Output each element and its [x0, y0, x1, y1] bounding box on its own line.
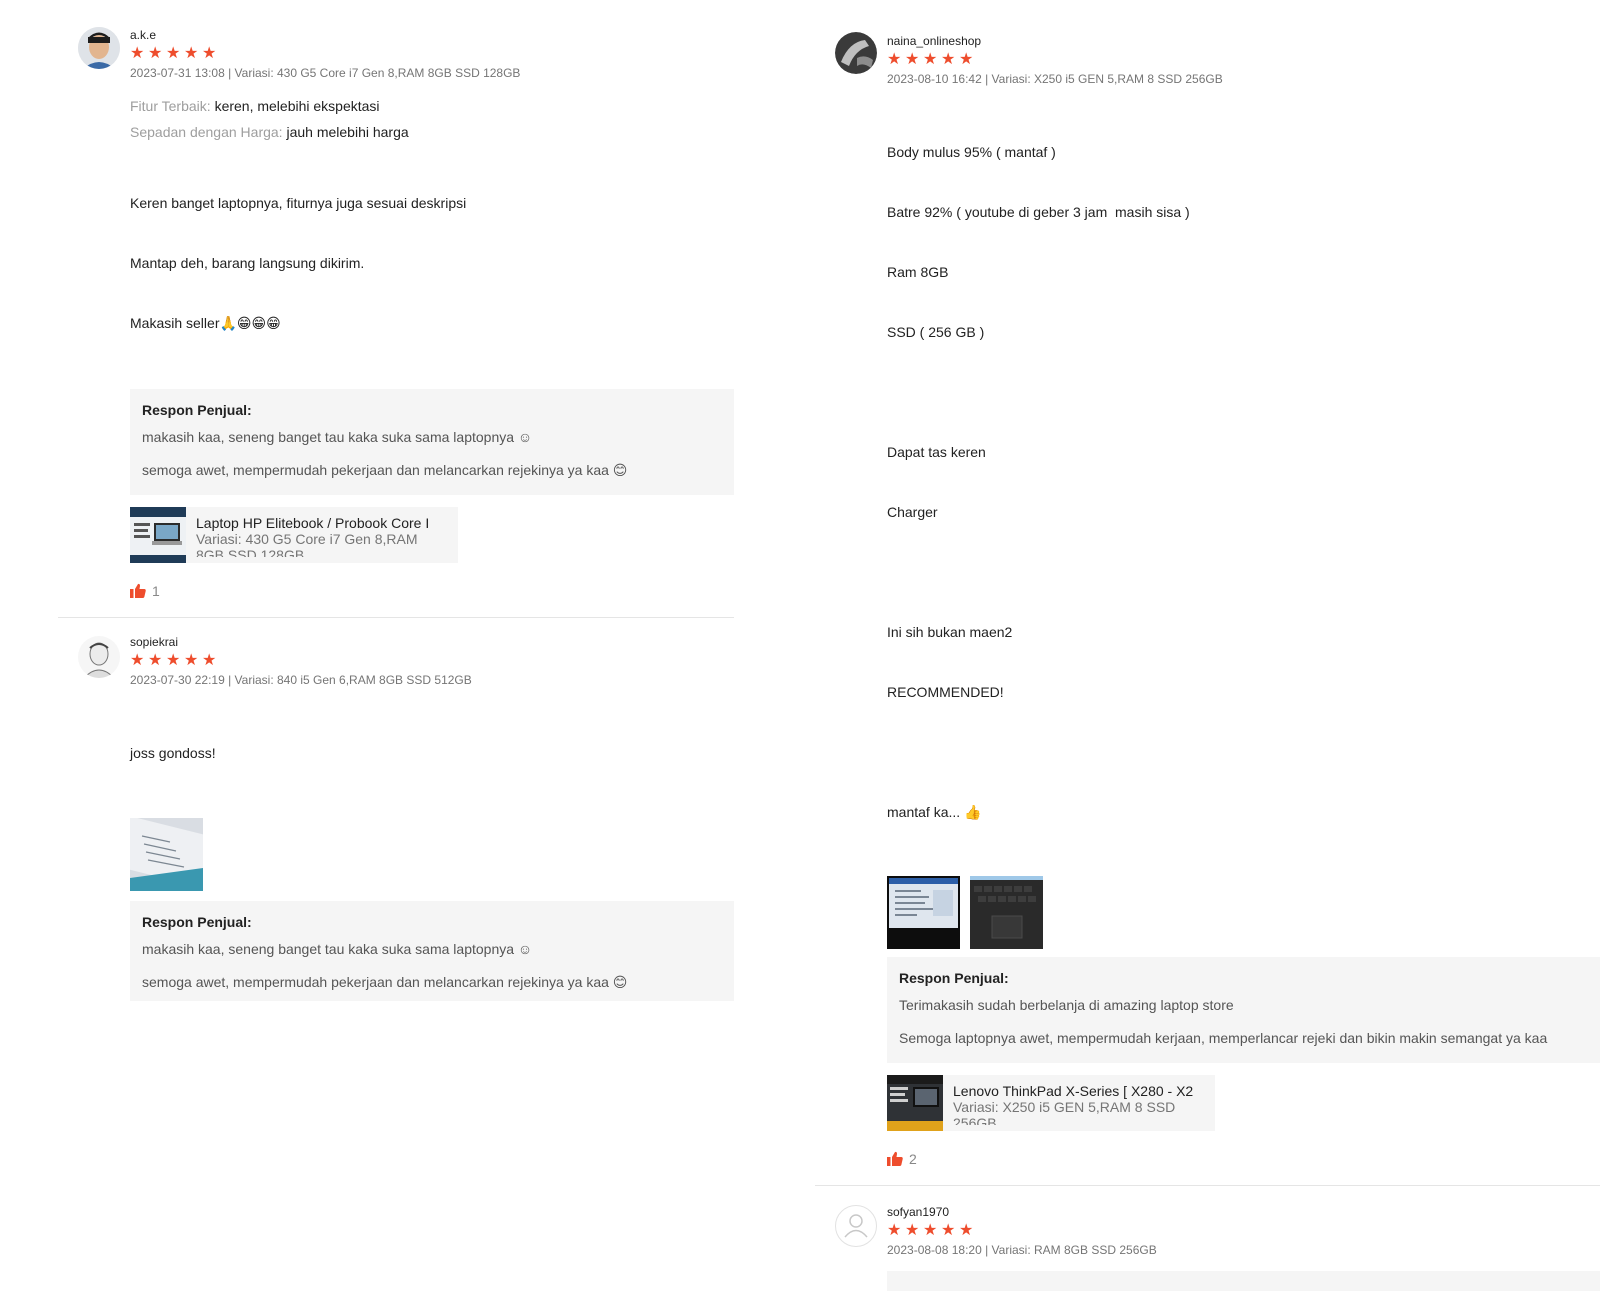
star-icon: ★ [905, 51, 920, 68]
star-icon: ★ [941, 51, 956, 68]
reviewer-username: sopiekrai [130, 635, 179, 649]
rating-stars: ★ ★ ★ ★ ★ [887, 1223, 1600, 1239]
avatar[interactable] [835, 1205, 877, 1247]
product-variation: Variasi: X250 i5 GEN 5,RAM 8 SSD 256GB [953, 1099, 1176, 1125]
seller-response-line: Semoga laptopnya awet, mempermudah kerja… [899, 1030, 1548, 1046]
star-icon: ★ [923, 51, 938, 68]
reviewer-username: naina_onlineshop [887, 34, 982, 48]
content-line: SSD ( 256 GB ) [887, 324, 985, 340]
avatar[interactable] [835, 32, 877, 74]
product-thumbnail[interactable] [130, 507, 186, 563]
content-line: mantaf ka... 👍 [887, 804, 982, 820]
review-meta: 2023-08-08 18:20 | Variasi: RAM 8GB SSD … [887, 1243, 1157, 1257]
star-icon: ★ [148, 652, 163, 669]
star-icon: ★ [887, 51, 902, 68]
star-icon: ★ [959, 1222, 974, 1239]
product-info: Laptop HP Elitebook / Probook Core I Var… [186, 507, 458, 563]
product-name[interactable]: Lenovo ThinkPad X-Series [ X280 - X2 [953, 1083, 1205, 1099]
star-icon: ★ [130, 652, 145, 669]
reviewer-username: a.k.e [130, 28, 157, 42]
thumbs-up-icon[interactable] [130, 583, 146, 599]
default-user-icon [844, 1214, 868, 1238]
seller-response-line: makasih kaa, seneng banget tau kaka suka… [142, 941, 533, 957]
review-item: naina_onlineshop ★ ★ ★ ★ ★ 2023-08-10 16… [815, 0, 1600, 1186]
review-item: sopiekrai ★ ★ ★ ★ ★ 2023-07-30 22:19 | V… [58, 618, 734, 1001]
review-item: a.k.e ★ ★ ★ ★ ★ 2023-07-31 13:08 | Varia… [58, 0, 734, 618]
content-line: Charger [887, 504, 938, 520]
star-icon: ★ [148, 45, 163, 62]
review-meta: 2023-07-31 13:08 | Variasi: 430 G5 Core … [130, 66, 521, 80]
star-icon: ★ [184, 652, 199, 669]
like-row: 1 [130, 583, 734, 599]
star-icon: ★ [923, 1222, 938, 1239]
content-line: RECOMMENDED! [887, 684, 1004, 700]
content-line: Ini sih bukan maen2 [887, 624, 1013, 640]
product-card[interactable]: Lenovo ThinkPad X-Series [ X280 - X2 Var… [887, 1075, 1215, 1131]
star-icon: ★ [887, 1222, 902, 1239]
avatar[interactable] [78, 636, 120, 678]
review-photo[interactable] [970, 876, 1043, 949]
star-icon: ★ [130, 45, 145, 62]
seller-response: Respon Penjual: Terimakasih sudah berbel… [887, 957, 1600, 1063]
seller-response-line: Terimakasih sudah berbelanja di amazing … [899, 997, 1234, 1013]
like-count: 2 [909, 1151, 917, 1167]
review-media [887, 876, 1600, 949]
seller-response [887, 1271, 1600, 1291]
seller-response-line: semoga awet, mempermudah pekerjaan dan m… [142, 974, 628, 990]
product-variation: Variasi: 430 G5 Core i7 Gen 8,RAM 8GB SS… [196, 531, 418, 557]
star-icon: ★ [202, 45, 217, 62]
content-line: Body mulus 95% ( mantaf ) [887, 144, 1056, 160]
content-line: Mantap deh, barang langsung dikirim. [130, 255, 365, 271]
seller-response-title: Respon Penjual: [142, 402, 252, 418]
star-icon: ★ [166, 652, 181, 669]
attribute-value: keren, melebihi ekspektasi [214, 98, 380, 114]
review-content: Body mulus 95% ( mantaf ) Batre 92% ( yo… [887, 102, 1600, 862]
content-line: joss gondoss! [130, 745, 216, 761]
review-photo[interactable] [130, 818, 203, 891]
attribute-row: Sepadan dengan Harga: jauh melebihi harg… [130, 123, 734, 141]
content-line: Makasih seller🙏😁😁😁 [130, 315, 281, 331]
review-media [130, 818, 734, 891]
product-name[interactable]: Laptop HP Elitebook / Probook Core I [196, 515, 448, 531]
attribute-label: Sepadan dengan Harga: [130, 124, 283, 140]
thumbs-up-icon[interactable] [887, 1151, 903, 1167]
avatar[interactable] [78, 27, 120, 69]
star-icon: ★ [905, 1222, 920, 1239]
attribute-row: Fitur Terbaik: keren, melebihi ekspektas… [130, 97, 734, 115]
attribute-label: Fitur Terbaik: [130, 98, 211, 114]
product-info: Lenovo ThinkPad X-Series [ X280 - X2 Var… [943, 1075, 1215, 1131]
review-content: Keren banget laptopnya, fiturnya juga se… [130, 153, 734, 373]
seller-response: Respon Penjual: makasih kaa, seneng bang… [130, 901, 734, 1001]
star-icon: ★ [959, 51, 974, 68]
review-content: joss gondoss! [130, 703, 734, 803]
content-line: Batre 92% ( youtube di geber 3 jam masih… [887, 204, 1190, 220]
star-icon: ★ [202, 652, 217, 669]
like-row: 2 [887, 1151, 1600, 1167]
review-photo[interactable] [887, 876, 960, 949]
rating-stars: ★ ★ ★ ★ ★ [130, 653, 734, 669]
seller-response-line: makasih kaa, seneng banget tau kaka suka… [142, 429, 533, 445]
seller-response-title: Respon Penjual: [899, 970, 1009, 986]
product-card[interactable]: Laptop HP Elitebook / Probook Core I Var… [130, 507, 458, 563]
seller-response-line: semoga awet, mempermudah pekerjaan dan m… [142, 462, 628, 478]
seller-response: Respon Penjual: makasih kaa, seneng bang… [130, 389, 734, 495]
star-icon: ★ [184, 45, 199, 62]
seller-response-title: Respon Penjual: [142, 914, 252, 930]
review-column-right: naina_onlineshop ★ ★ ★ ★ ★ 2023-08-10 16… [815, 0, 1600, 1291]
content-line: Keren banget laptopnya, fiturnya juga se… [130, 195, 467, 211]
review-meta: 2023-07-30 22:19 | Variasi: 840 i5 Gen 6… [130, 673, 472, 687]
content-line: Dapat tas keren [887, 444, 986, 460]
review-meta: 2023-08-10 16:42 | Variasi: X250 i5 GEN … [887, 72, 1223, 86]
content-line: Ram 8GB [887, 264, 949, 280]
rating-stars: ★ ★ ★ ★ ★ [130, 46, 734, 62]
review-item: sofyan1970 ★ ★ ★ ★ ★ 2023-08-08 18:20 | … [815, 1186, 1600, 1291]
star-icon: ★ [166, 45, 181, 62]
like-count: 1 [152, 583, 160, 599]
rating-stars: ★ ★ ★ ★ ★ [887, 52, 1600, 68]
product-thumbnail[interactable] [887, 1075, 943, 1131]
reviewer-username: sofyan1970 [887, 1205, 950, 1219]
star-icon: ★ [941, 1222, 956, 1239]
attribute-value: jauh melebihi harga [286, 124, 409, 140]
review-column-left: a.k.e ★ ★ ★ ★ ★ 2023-07-31 13:08 | Varia… [58, 0, 734, 1001]
